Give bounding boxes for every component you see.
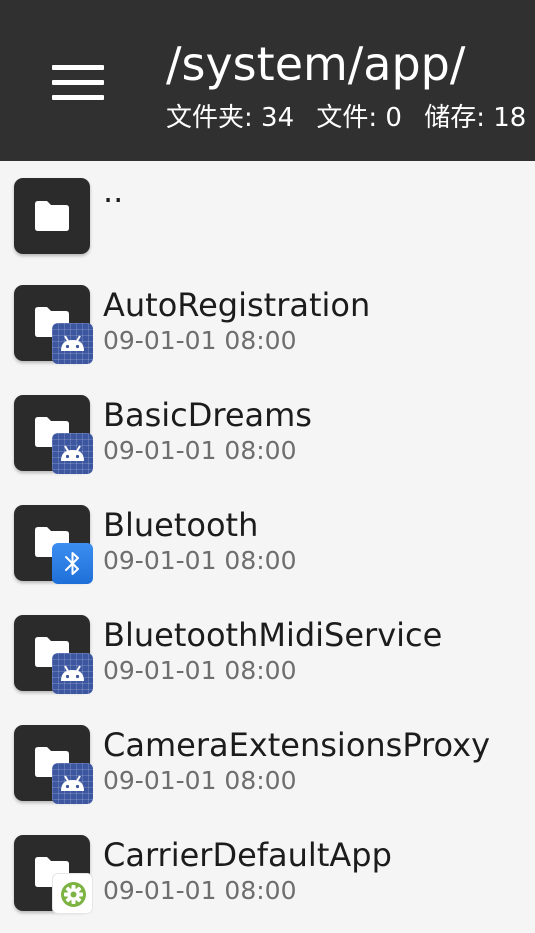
item-date: 09-01-01 08:00 — [103, 876, 297, 905]
bluetooth-icon — [52, 543, 93, 584]
parent-directory-item[interactable]: .. — [0, 161, 535, 268]
item-name: AutoRegistration — [103, 286, 371, 324]
item-name: CameraExtensionsProxy — [103, 726, 490, 764]
android-icon — [52, 323, 93, 364]
android-icon — [52, 653, 93, 694]
current-path: /system/app/ — [166, 37, 466, 91]
folder-count: 文件夹: 34 — [166, 103, 295, 133]
item-name: .. — [103, 172, 124, 210]
item-date: 09-01-01 08:00 — [103, 436, 297, 465]
directory-stats: 文件夹: 34 文件: 0 储存: 18 — [166, 100, 535, 136]
list-item[interactable]: CarrierDefaultApp 09-01-01 08:00 — [0, 818, 535, 928]
android-icon — [52, 763, 93, 804]
list-item[interactable]: BluetoothMidiService 09-01-01 08:00 — [0, 598, 535, 708]
item-date: 09-01-01 08:00 — [103, 326, 297, 355]
list-item[interactable]: CameraExtensionsProxy 09-01-01 08:00 — [0, 708, 535, 818]
item-date: 09-01-01 08:00 — [103, 546, 297, 575]
file-count: 文件: 0 — [316, 103, 402, 133]
list-item[interactable]: BasicDreams 09-01-01 08:00 — [0, 378, 535, 488]
item-date: 09-01-01 08:00 — [103, 656, 297, 685]
folder-icon — [14, 178, 90, 254]
item-date: 09-01-01 08:00 — [103, 766, 297, 795]
app-header: /system/app/ 文件夹: 34 文件: 0 储存: 18 — [0, 0, 535, 161]
hamburger-icon-bar — [52, 80, 104, 85]
storage-info: 储存: 18 — [424, 103, 527, 133]
android-icon — [52, 433, 93, 474]
list-item[interactable]: Bluetooth 09-01-01 08:00 — [0, 488, 535, 598]
menu-button[interactable] — [38, 48, 116, 118]
hamburger-icon-bar — [52, 95, 104, 100]
folder-glyph-icon — [35, 201, 69, 231]
item-name: CarrierDefaultApp — [103, 836, 392, 874]
list-item[interactable]: AutoRegistration 09-01-01 08:00 — [0, 268, 535, 378]
hamburger-icon — [52, 65, 104, 70]
file-list: .. AutoRegistration 09-01-01 08:00 Basic… — [0, 161, 535, 928]
settings-gear-icon — [52, 873, 93, 914]
item-name: BluetoothMidiService — [103, 616, 443, 654]
item-name: Bluetooth — [103, 506, 259, 544]
item-name: BasicDreams — [103, 396, 312, 434]
